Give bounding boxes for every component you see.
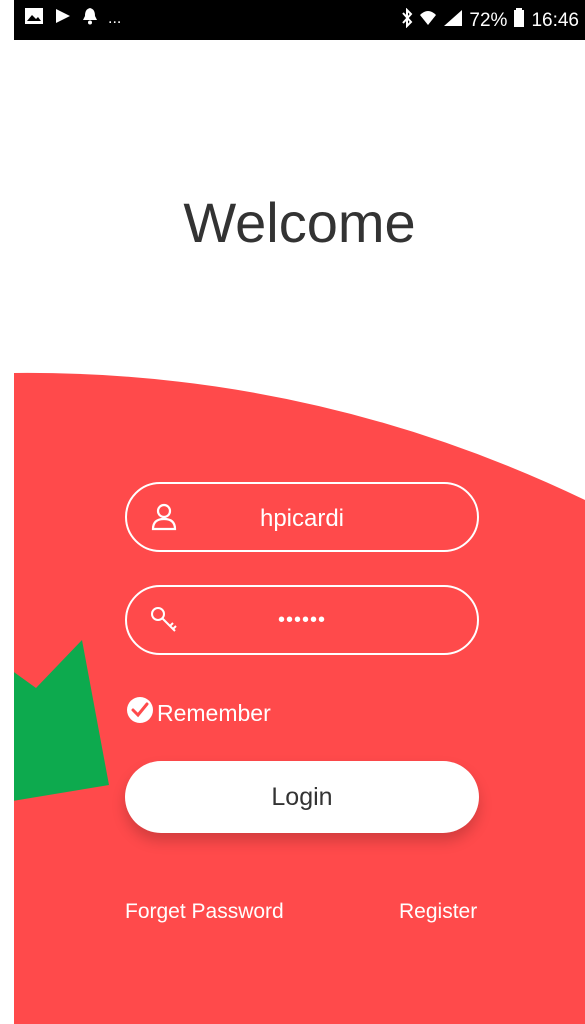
battery-icon (513, 8, 525, 34)
media-icon (54, 7, 72, 31)
bell-icon (82, 7, 98, 31)
gallery-icon (24, 7, 44, 31)
more-notifications: ... (108, 10, 122, 27)
bluetooth-icon (401, 7, 413, 34)
battery-percent: 72% (469, 10, 508, 31)
annotation-arrow-icon (14, 640, 109, 801)
clock-time: 16:46 (531, 10, 579, 31)
status-left: ... (24, 7, 121, 31)
signal-icon (443, 9, 463, 33)
status-bar: ... 72% 16:46 (14, 0, 585, 40)
wifi-icon (419, 9, 437, 33)
login-screen: Welcome hpicardi •••••• Remember Login F… (14, 40, 585, 1024)
status-right: 72% 16:46 (401, 7, 579, 34)
